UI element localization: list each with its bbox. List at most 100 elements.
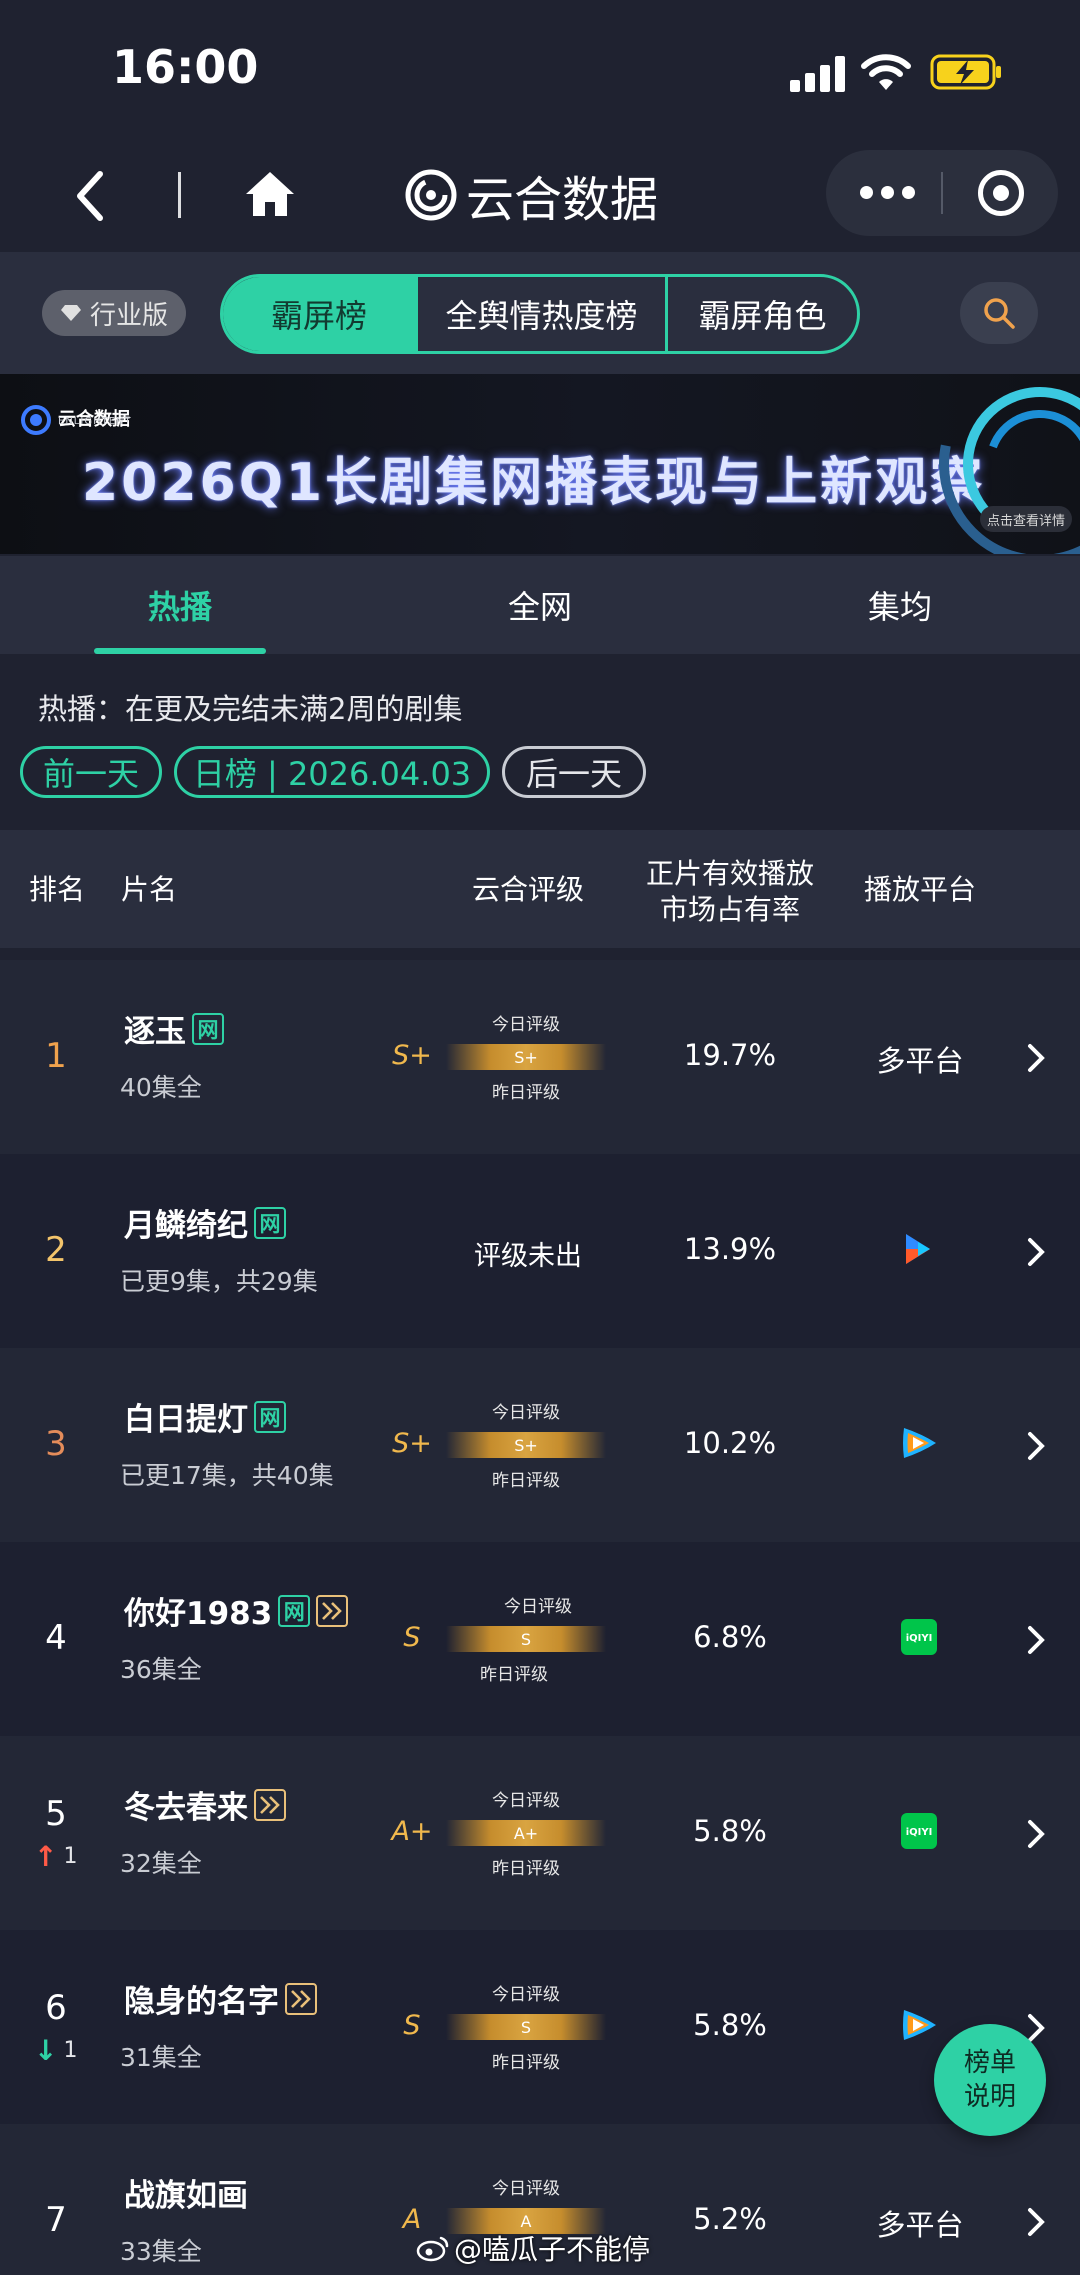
row-title: 逐玉: [124, 1014, 186, 1050]
industry-badge[interactable]: 行业版: [42, 290, 186, 336]
row-share: 5.2%: [693, 2202, 767, 2236]
grade-yesterday-label: 昨日评级: [492, 1471, 560, 1491]
weibo-icon: [416, 2236, 449, 2262]
row-title: 白日提灯: [124, 1402, 248, 1438]
grade-indicator: 今日评级 A+ 昨日评级: [446, 1776, 606, 1896]
back-icon[interactable]: [70, 166, 110, 226]
row-title: 冬去春来: [124, 1790, 248, 1826]
tab-hot[interactable]: 热播: [0, 556, 360, 654]
row-platform: 多平台: [876, 2208, 964, 2242]
more-icon[interactable]: [860, 186, 916, 200]
row-episodes: 36集全: [120, 1655, 202, 1684]
grade-today-label: 今日评级: [492, 1985, 560, 2005]
grade-today-label: 今日评级: [504, 1597, 572, 1617]
home-icon[interactable]: [242, 166, 298, 222]
header-title: 片名: [120, 873, 177, 906]
sub-tabs: 热播 全网 集均: [0, 556, 1080, 654]
row-platform: 多平台: [876, 1044, 964, 1078]
close-miniapp-icon[interactable]: [978, 170, 1024, 216]
top-tabs-area: 行业版 霸屏榜 全舆情热度榜 霸屏角色: [0, 252, 1080, 374]
active-tab-underline: [94, 648, 266, 654]
table-row[interactable]: 6 ↓ 1 隐身的名字 31集全 S 今日评级 S 昨日评级 5.8%: [0, 1930, 1080, 2124]
tab-screen-dominance[interactable]: 霸屏榜: [223, 277, 415, 351]
row-share: 5.8%: [693, 2008, 767, 2042]
date-selector[interactable]: 日榜 | 2026.04.03: [174, 746, 490, 798]
row-share: 13.9%: [683, 1232, 777, 1266]
nav-bar: 云合数据: [0, 140, 1080, 252]
grade-yesterday-label: 昨日评级: [492, 1083, 560, 1103]
promo-banner[interactable]: 云合数据 ENLIGHTENT 2026Q1长剧集网播表现与上新观察 点击查看详…: [0, 374, 1080, 554]
rank-change: ↓ 1: [34, 2034, 77, 2067]
brand-logo-icon: [405, 169, 457, 221]
tab-episode-average[interactable]: 集均: [720, 556, 1080, 654]
row-rank: 5: [45, 1794, 67, 1834]
banner-logo-sub: ENLIGHTENT: [58, 416, 132, 427]
header-grade: 云合评级: [471, 873, 584, 906]
tab-public-opinion-heat[interactable]: 全舆情热度榜: [415, 277, 665, 351]
arrow-down-icon: ↓: [34, 2034, 58, 2067]
grade-bar: A+: [446, 1820, 606, 1846]
miniapp-capsule: [826, 150, 1058, 236]
iqiyi-icon: iQIYI: [901, 1813, 937, 1849]
ranking-explanation-button[interactable]: 榜单 说明: [934, 2024, 1046, 2136]
banner-logo-icon: [21, 405, 51, 435]
rank-change: ↑ 1: [34, 1840, 77, 1873]
diamond-icon: [60, 305, 81, 321]
prev-day-button[interactable]: 前一天: [20, 746, 162, 798]
status-bar: 16:00: [0, 0, 1080, 140]
nav-divider: [178, 172, 181, 218]
grade-today-label: 今日评级: [492, 1015, 560, 1035]
row-rank: 7: [45, 2200, 67, 2240]
table-row[interactable]: 3 白日提灯 网 已更17集，共40集 S+ 今日评级 S+ 昨日评级 10.2…: [0, 1348, 1080, 1542]
tencent-video-icon: [903, 2010, 936, 2040]
chevron-right-icon[interactable]: [1024, 1622, 1048, 1658]
chevron-right-icon[interactable]: [1024, 1428, 1048, 1464]
row-episodes: 33集全: [120, 2237, 202, 2266]
row-grade: S: [403, 1622, 421, 1653]
battery-charging-icon: [930, 54, 1001, 90]
top-tab-switcher: 霸屏榜 全舆情热度榜 霸屏角色: [220, 274, 860, 354]
grade-bar: S+: [446, 1044, 606, 1070]
tab-screen-roles[interactable]: 霸屏角色: [665, 277, 857, 351]
tab-all-network[interactable]: 全网: [360, 556, 720, 654]
banner-detail-button[interactable]: 点击查看详情: [980, 506, 1072, 532]
chevron-right-icon[interactable]: [1024, 1040, 1048, 1076]
industry-badge-label: 行业版: [89, 300, 168, 331]
rank-change-value: 1: [63, 1844, 78, 1869]
table-row[interactable]: 1 逐玉 网 40集全 S+ 今日评级 S+ 昨日评级 19.7% 多平台: [0, 960, 1080, 1154]
row-rank: 3: [45, 1424, 67, 1464]
table-header: 排名 片名 云合评级 正片有效播放 市场占有率 播放平台: [0, 830, 1080, 948]
row-episodes: 已更17集，共40集: [120, 1461, 334, 1490]
arrow-up-icon: ↑: [34, 1840, 58, 1873]
grade-today-label: 今日评级: [492, 1403, 560, 1423]
row-rank: 4: [45, 1618, 67, 1658]
row-share: 6.8%: [693, 1620, 767, 1654]
row-title-line: 战旗如画: [124, 2170, 248, 2215]
banner-title: 2026Q1长剧集网播表现与上新观察: [82, 453, 986, 513]
table-row[interactable]: 4 你好1983 网 36集全 S 今日评级 S 昨日评级 6.8% iQIYI: [0, 1542, 1080, 1736]
grade-yesterday-label: 昨日评级: [480, 1665, 548, 1685]
capsule-divider: [941, 172, 943, 214]
next-day-button[interactable]: 后一天: [502, 746, 646, 798]
svg-text:iQIYI: iQIYI: [906, 1827, 933, 1838]
row-title: 隐身的名字: [124, 1984, 279, 2020]
grade-yesterday-label: 昨日评级: [492, 2053, 560, 2073]
row-episodes: 32集全: [120, 1849, 202, 1878]
grade-bar: S: [446, 2014, 606, 2040]
chevron-right-icon[interactable]: [1024, 1816, 1048, 1852]
table-row[interactable]: 5 ↑ 1 冬去春来 32集全 A+ 今日评级 A+ 昨日评级 5.8% iQI…: [0, 1736, 1080, 1930]
table-row[interactable]: 2 月鳞绮纪 网 已更9集，共29集 评级未出 13.9%: [0, 1154, 1080, 1348]
header-rank: 排名: [28, 873, 85, 906]
row-episodes: 40集全: [120, 1073, 202, 1102]
grade-bar: S: [446, 1626, 606, 1652]
row-title-line: 隐身的名字: [124, 1976, 317, 2021]
row-title-line: 逐玉 网: [124, 1006, 224, 1051]
chevron-right-icon[interactable]: [1024, 1234, 1048, 1270]
row-grade: S: [403, 2010, 421, 2041]
chevron-right-icon[interactable]: [1024, 2204, 1048, 2240]
fast-forward-tag-icon: [285, 1982, 317, 2015]
search-button[interactable]: [960, 282, 1038, 344]
network-drama-tag: 网: [278, 1594, 311, 1627]
row-episodes: 31集全: [120, 2043, 202, 2072]
row-share: 19.7%: [683, 1038, 777, 1072]
